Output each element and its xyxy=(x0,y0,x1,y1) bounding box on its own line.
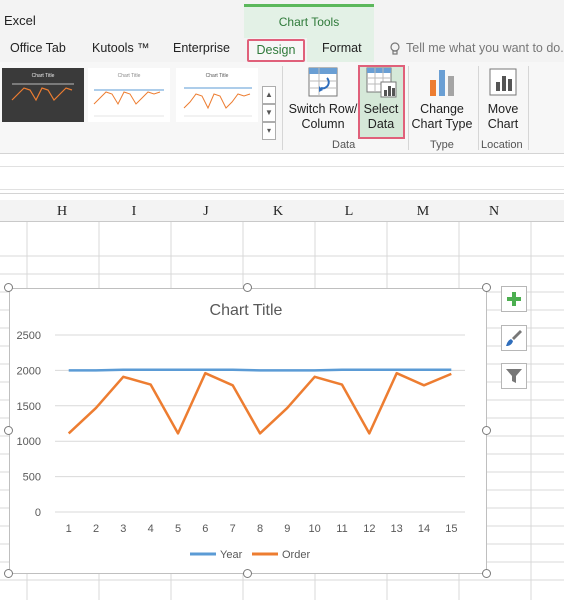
chart-style-thumb-2[interactable]: Chart Title xyxy=(88,68,170,122)
resize-handle-top-right[interactable] xyxy=(482,283,491,292)
formula-area xyxy=(0,154,564,194)
group-label-data: Data xyxy=(332,139,356,151)
column-header-k[interactable]: K xyxy=(268,204,288,220)
x-tick-label: 10 xyxy=(309,523,321,535)
x-tick-label: 12 xyxy=(363,523,375,535)
move-chart-icon xyxy=(489,68,517,96)
title-bar: Excel Chart Tools xyxy=(0,0,564,38)
move-chart-label-1: Move xyxy=(487,102,519,116)
change-chart-type-label-2: Chart Type xyxy=(411,117,473,131)
tab-enterprise[interactable]: Enterprise xyxy=(173,41,230,55)
ribbon-body: Chart Title Chart Title Chart Title ▲ ▼ … xyxy=(0,62,564,154)
chart-filters-button[interactable] xyxy=(501,363,527,389)
formula-bar[interactable] xyxy=(0,166,564,190)
switch-row-column-label-2: Column xyxy=(301,117,345,131)
group-separator xyxy=(282,66,283,150)
group-separator xyxy=(408,66,409,150)
x-tick-label: 2 xyxy=(93,523,99,535)
chart-tools-label: Chart Tools xyxy=(278,15,340,29)
select-data-icon xyxy=(366,67,397,98)
resize-handle-bottom-left[interactable] xyxy=(4,569,13,578)
column-header-m[interactable]: M xyxy=(413,204,433,220)
change-chart-type-label-1: Change xyxy=(420,102,464,116)
x-tick-label: 4 xyxy=(148,523,154,535)
resize-handle-middle-right[interactable] xyxy=(482,426,491,435)
column-header-h[interactable]: H xyxy=(52,204,72,220)
y-tick-label: 2000 xyxy=(17,365,41,377)
x-tick-label: 9 xyxy=(284,523,290,535)
x-tick-label: 11 xyxy=(336,523,347,535)
resize-handle-bottom-right[interactable] xyxy=(482,569,491,578)
legend-label-year: Year xyxy=(220,549,243,561)
chart-styles-button[interactable] xyxy=(501,325,527,351)
x-tick-label: 14 xyxy=(418,523,430,535)
group-separator xyxy=(478,66,479,150)
group-label-location: Location xyxy=(481,139,523,151)
change-chart-type-icon xyxy=(430,70,454,96)
column-headers: H I J K L M N xyxy=(0,200,564,222)
tell-me-search[interactable]: Tell me what you want to do.. xyxy=(406,41,564,55)
resize-handle-top-left[interactable] xyxy=(4,283,13,292)
series-line-year xyxy=(68,368,452,372)
y-tick-label: 500 xyxy=(23,472,41,484)
y-tick-label: 1500 xyxy=(17,401,41,413)
filter-icon xyxy=(506,369,522,383)
thumb-title-3: Chart Title xyxy=(206,73,229,79)
x-tick-label: 8 xyxy=(257,523,263,535)
select-data-button[interactable]: Select Data xyxy=(359,66,403,132)
line-chart: Chart Title050010001500200025001 2 3 4 5 6 7 8 9… xyxy=(17,302,465,561)
switch-row-column-button[interactable]: Switch Row/ Column xyxy=(288,66,358,132)
select-data-label-2: Data xyxy=(367,117,395,131)
y-tick-label: 2500 xyxy=(17,330,41,342)
resize-handle-top-middle[interactable] xyxy=(243,283,252,292)
group-label-type: Type xyxy=(430,139,454,151)
bulb-icon xyxy=(390,42,400,55)
tab-design[interactable]: Design xyxy=(247,39,305,62)
thumb-title-2: Chart Title xyxy=(118,73,141,79)
chart-style-thumb-dark[interactable]: Chart Title xyxy=(2,68,84,122)
gallery-more[interactable]: ▾ xyxy=(262,122,276,140)
column-header-l[interactable]: L xyxy=(339,204,359,220)
thumb-title-1: Chart Title xyxy=(32,73,55,79)
chart-style-thumb-3[interactable]: Chart Title xyxy=(176,68,258,122)
series-line-order xyxy=(67,371,452,435)
x-tick-label: 13 xyxy=(391,523,403,535)
column-header-j[interactable]: J xyxy=(196,204,216,220)
y-tick-label: 0 xyxy=(35,507,41,519)
move-chart-label-2: Chart xyxy=(487,117,519,131)
change-chart-type-button[interactable]: Change Chart Type xyxy=(410,66,474,132)
chart-title: Chart Title xyxy=(210,302,283,319)
plus-icon xyxy=(507,292,521,306)
chart-elements-button[interactable] xyxy=(501,286,527,312)
ribbon-tabs: Office Tab Kutools ™ Enterprise Design F… xyxy=(0,38,564,62)
chart-area[interactable]: Chart Title 0 500 1000 1500 2000 2500 1 2 3 4 5 6 7 8 9… xyxy=(9,288,487,574)
gallery-scroll-up[interactable]: ▲ xyxy=(262,86,276,104)
y-tick-label: 1000 xyxy=(17,436,41,448)
group-separator xyxy=(528,66,529,150)
x-tick-label: 3 xyxy=(120,523,126,535)
move-chart-button[interactable]: Move Chart xyxy=(480,66,526,132)
x-tick-label: 5 xyxy=(175,523,181,535)
x-tick-label: 6 xyxy=(202,523,208,535)
gallery-scroll-down[interactable]: ▼ xyxy=(262,104,276,122)
column-header-n[interactable]: N xyxy=(484,204,504,220)
tab-office-tab[interactable]: Office Tab xyxy=(10,41,66,55)
resize-handle-bottom-middle[interactable] xyxy=(243,569,252,578)
switch-row-column-label-1: Switch Row/ xyxy=(288,102,358,116)
tab-format[interactable]: Format xyxy=(322,41,362,55)
x-tick-label: 7 xyxy=(230,523,236,535)
chart-styles-gallery: Chart Title Chart Title Chart Title xyxy=(0,68,264,130)
brush-icon xyxy=(506,330,522,346)
gallery-scroll: ▲ ▼ ▾ xyxy=(262,86,276,146)
switch-row-column-icon xyxy=(308,67,338,97)
select-data-label-1: Select xyxy=(363,102,399,116)
tab-kutools[interactable]: Kutools ™ xyxy=(92,41,150,55)
x-tick-label: 1 xyxy=(66,523,72,535)
legend-label-order: Order xyxy=(282,549,310,561)
app-name: Excel xyxy=(4,13,36,28)
column-header-i[interactable]: I xyxy=(124,204,144,220)
chart-tools-context-tab: Chart Tools xyxy=(244,4,374,38)
x-tick-label: 15 xyxy=(445,523,457,535)
resize-handle-middle-left[interactable] xyxy=(4,426,13,435)
